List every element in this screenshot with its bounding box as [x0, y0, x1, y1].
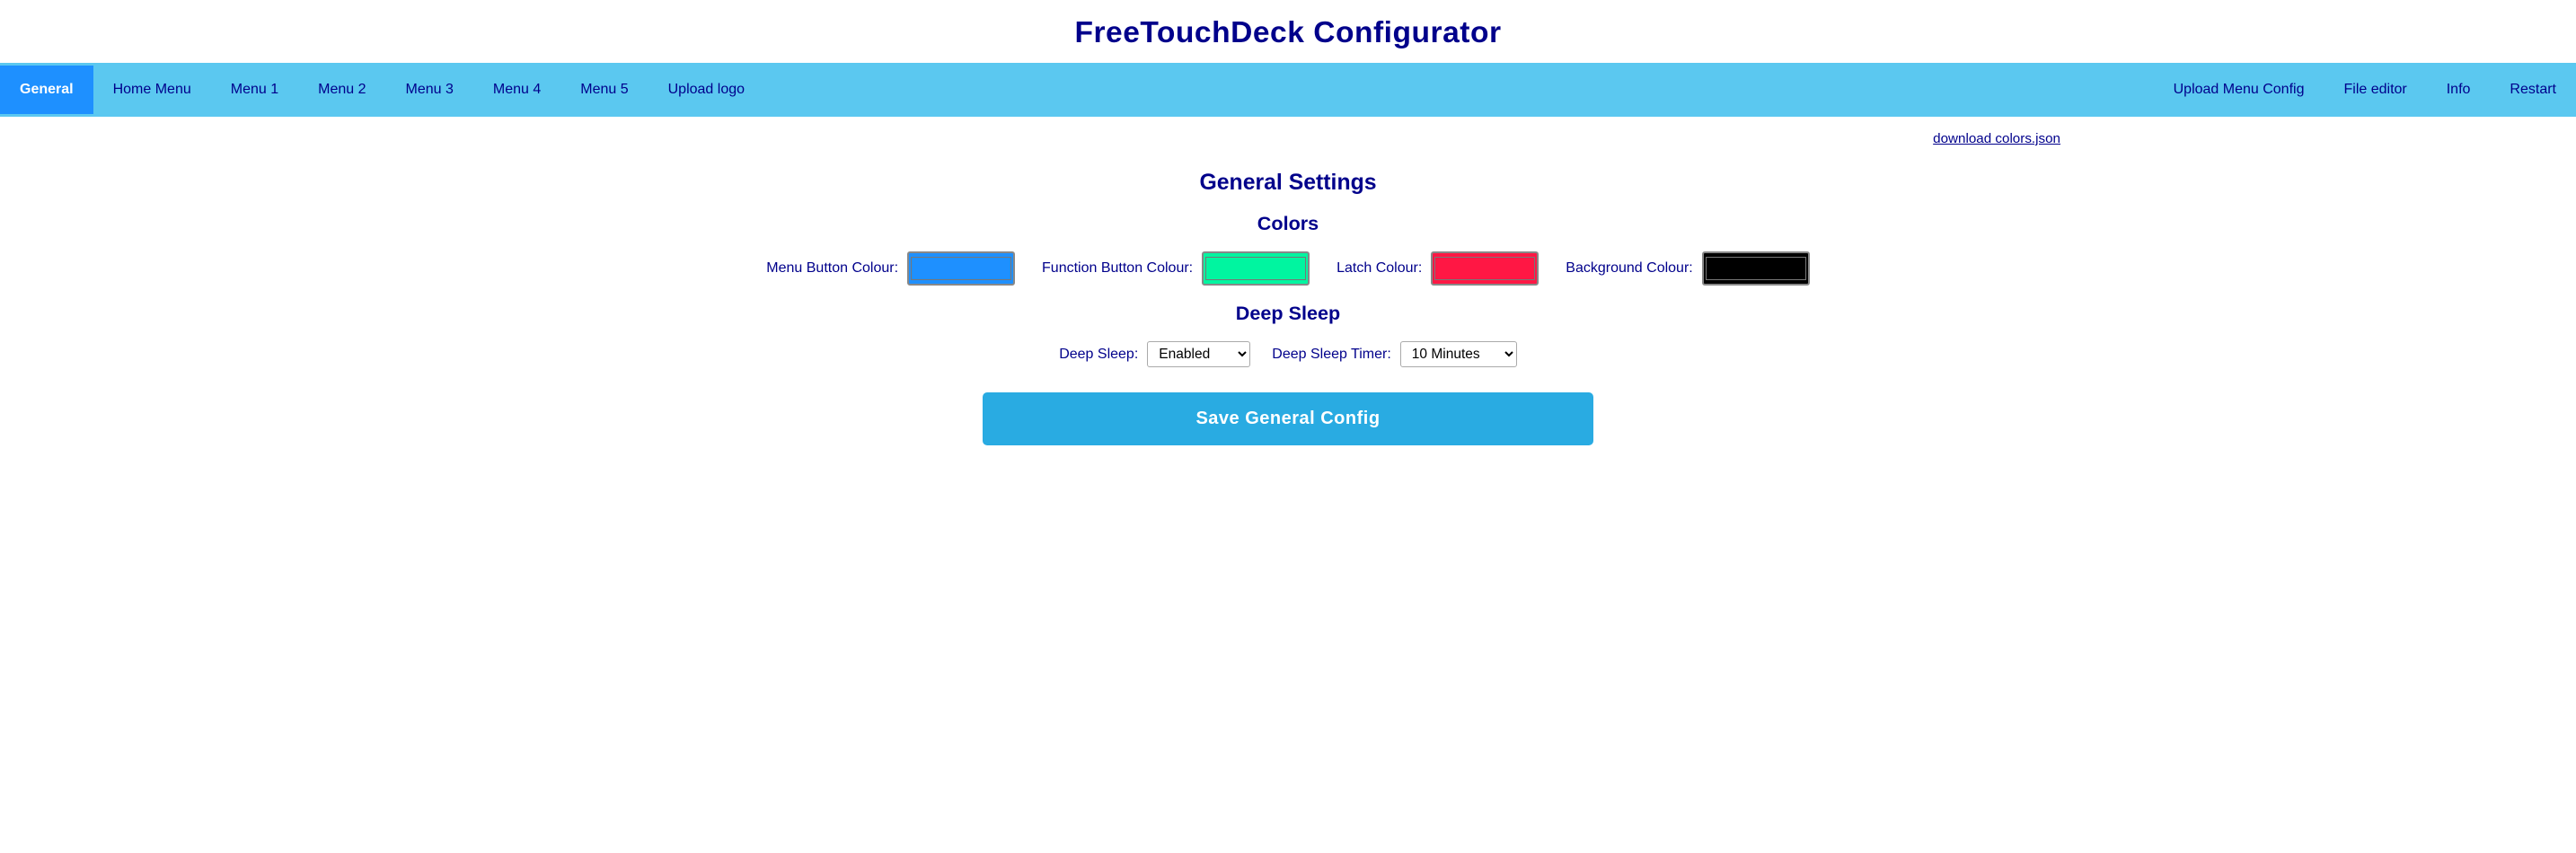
- background-colour-swatch[interactable]: [1702, 251, 1810, 286]
- deep-sleep-label: Deep Sleep:: [1059, 347, 1138, 363]
- deep-sleep-timer-item: Deep Sleep Timer: 10 Minutes20 Minutes30…: [1272, 341, 1517, 367]
- general-settings-title: General Settings: [516, 171, 2060, 196]
- deep-sleep-title: Deep Sleep: [516, 302, 2060, 325]
- deep-sleep-section: Deep Sleep Deep Sleep: EnabledDisabled D…: [516, 302, 2060, 367]
- nav-tab-general[interactable]: General: [0, 66, 93, 114]
- nav-right: Upload Menu ConfigFile editorInfoRestart: [2154, 66, 2576, 114]
- content-area: download colors.json General Settings Co…: [480, 117, 2096, 481]
- nav-tab-file-editor[interactable]: File editor: [2324, 66, 2426, 114]
- nav-tab-info[interactable]: Info: [2427, 66, 2491, 114]
- deep-sleep-timer-select[interactable]: 10 Minutes20 Minutes30 Minutes60 Minutes: [1400, 341, 1517, 367]
- latch-colour-item: Latch Colour:: [1337, 251, 1539, 286]
- menu-button-colour-label: Menu Button Colour:: [766, 260, 898, 277]
- latch-colour-swatch[interactable]: [1431, 251, 1539, 286]
- nav-tab-upload-menu-config[interactable]: Upload Menu Config: [2154, 66, 2325, 114]
- nav-tab-menu-5[interactable]: Menu 5: [560, 66, 648, 114]
- download-colors-link[interactable]: download colors.json: [1933, 131, 2060, 146]
- background-colour-item: Background Colour:: [1566, 251, 1809, 286]
- nav-left: GeneralHome MenuMenu 1Menu 2Menu 3Menu 4…: [0, 66, 2154, 114]
- page-title: FreeTouchDeck Configurator: [0, 0, 2576, 63]
- deep-sleep-timer-label: Deep Sleep Timer:: [1272, 347, 1391, 363]
- deep-sleep-item: Deep Sleep: EnabledDisabled: [1059, 341, 1250, 367]
- colors-row: Menu Button Colour: Function Button Colou…: [516, 251, 2060, 286]
- function-button-colour-swatch[interactable]: [1202, 251, 1310, 286]
- nav-tab-menu-2[interactable]: Menu 2: [298, 66, 385, 114]
- navigation-bar: GeneralHome MenuMenu 1Menu 2Menu 3Menu 4…: [0, 63, 2576, 117]
- nav-tab-menu-1[interactable]: Menu 1: [211, 66, 298, 114]
- nav-tab-home-menu[interactable]: Home Menu: [93, 66, 211, 114]
- nav-tab-upload-logo[interactable]: Upload logo: [648, 66, 764, 114]
- deep-sleep-select[interactable]: EnabledDisabled: [1147, 341, 1250, 367]
- function-button-colour-label: Function Button Colour:: [1042, 260, 1193, 277]
- download-link-row: download colors.json: [516, 126, 2060, 149]
- menu-button-colour-swatch[interactable]: [907, 251, 1015, 286]
- save-btn-row: Save General Config: [516, 392, 2060, 445]
- nav-tab-restart[interactable]: Restart: [2490, 66, 2576, 114]
- function-button-colour-item: Function Button Colour:: [1042, 251, 1310, 286]
- colors-section-title: Colors: [516, 212, 2060, 235]
- save-general-config-button[interactable]: Save General Config: [983, 392, 1593, 445]
- nav-tab-menu-3[interactable]: Menu 3: [386, 66, 473, 114]
- deep-sleep-row: Deep Sleep: EnabledDisabled Deep Sleep T…: [516, 341, 2060, 367]
- menu-button-colour-item: Menu Button Colour:: [766, 251, 1015, 286]
- background-colour-label: Background Colour:: [1566, 260, 1692, 277]
- latch-colour-label: Latch Colour:: [1337, 260, 1422, 277]
- nav-tab-menu-4[interactable]: Menu 4: [473, 66, 560, 114]
